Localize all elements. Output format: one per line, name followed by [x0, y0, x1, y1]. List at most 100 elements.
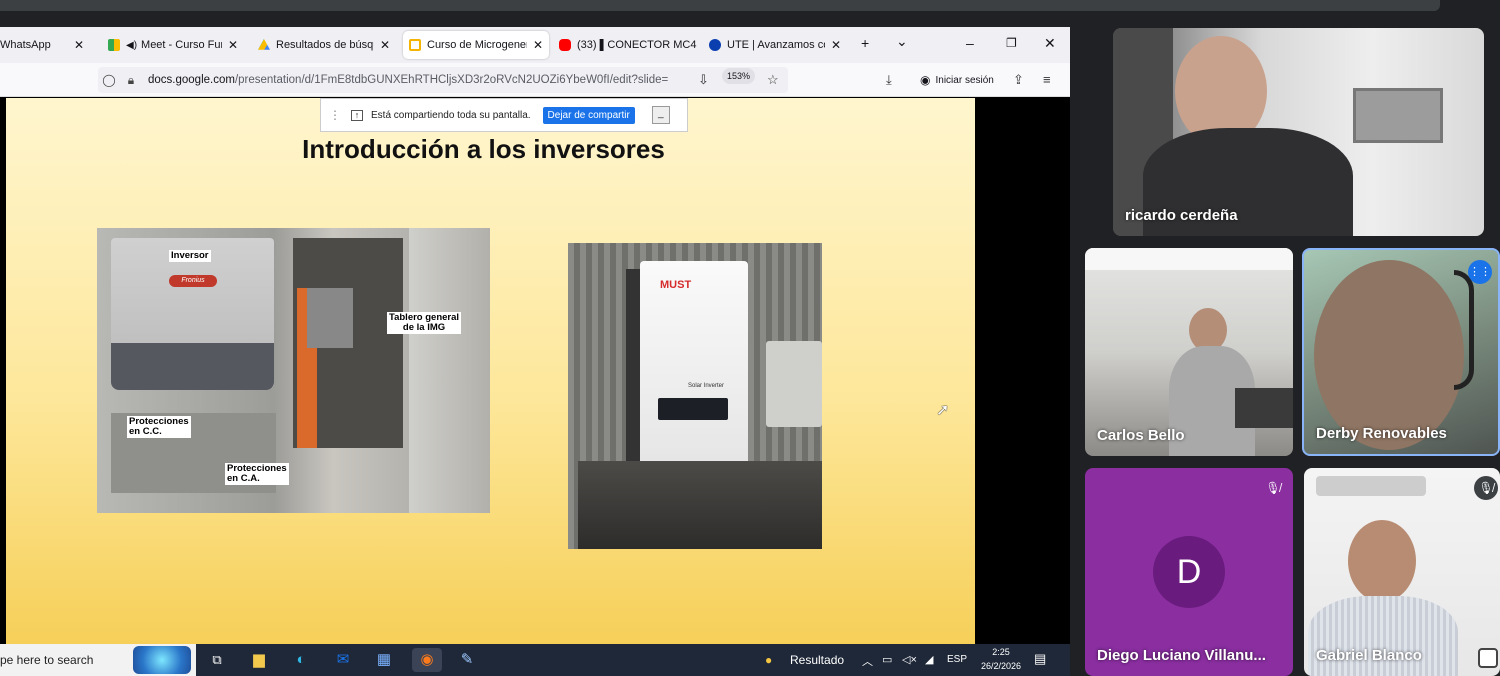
close-icon[interactable]: ✕: [380, 38, 390, 52]
wall-picture: [1353, 88, 1443, 143]
headphones: [1454, 270, 1474, 390]
paint-icon[interactable]: ✎: [455, 648, 479, 672]
outlook-icon[interactable]: ✉: [331, 648, 355, 672]
notifications-icon[interactable]: ▤: [1034, 651, 1046, 667]
clock-date[interactable]: 26/2/2026: [972, 661, 1030, 671]
presentation-slide: ⋮ ↑ Está compartiendo toda su pantalla. …: [6, 98, 975, 646]
shared-screen: WhatsApp ✕ ◀) Meet - Curso Func ✕ Result…: [0, 27, 1070, 676]
tab-whatsapp[interactable]: WhatsApp ✕: [0, 31, 90, 59]
store-icon[interactable]: ▦: [372, 648, 396, 672]
participant-tile-carlos[interactable]: Carlos Bello: [1085, 248, 1293, 456]
clock-time[interactable]: 2:25: [972, 647, 1030, 657]
participant-tile-diego[interactable]: 🎙︎̸ D Diego Luciano Villanu...: [1085, 468, 1293, 676]
signin-button[interactable]: ◉ Iniciar sesión: [912, 68, 1002, 92]
url-path: /presentation/d/1FmE8tdbGUNXEhRTHCljsXD3…: [234, 74, 668, 86]
screen-black-area: [975, 98, 1070, 646]
new-tab-button[interactable]: +: [861, 35, 869, 51]
signin-label: Iniciar sesión: [935, 74, 994, 86]
screen-share-bar: ⋮ ↑ Está compartiendo toda su pantalla. …: [320, 98, 688, 132]
avatar: D: [1153, 536, 1225, 608]
label-inversor: Inversor: [169, 250, 211, 262]
participant-body: [1308, 596, 1458, 676]
meet-top-bar: [0, 0, 1440, 11]
share-message: Está compartiendo toda su pantalla.: [371, 109, 531, 121]
stop-sharing-button[interactable]: Dejar de compartir: [542, 106, 635, 124]
minimize-share-bar-button[interactable]: _: [651, 106, 670, 124]
volume-muted-icon[interactable]: ◁×: [902, 653, 917, 666]
bookmark-star-icon[interactable]: ☆: [767, 72, 779, 88]
windows-taskbar: pe here to search ⧉ ▆ ◐ ✉ ▦ ◉ ✎ ● Result…: [0, 644, 1070, 676]
tab-youtube[interactable]: (33) ▌CONECTOR MC4: [553, 31, 697, 59]
menu-icon[interactable]: ≡: [1043, 72, 1051, 87]
search-highlight-image: [133, 646, 191, 674]
browser-nav-bar: ◯ 🔒︎ docs.google.com/presentation/d/1FmE…: [0, 63, 1070, 97]
tile-options-icon[interactable]: [1478, 648, 1498, 668]
inverter-base: [111, 343, 274, 390]
tab-list-button[interactable]: ⌄: [896, 33, 908, 50]
file-explorer-icon[interactable]: ▆: [247, 648, 271, 672]
participant-tile-gabriel[interactable]: 🎙︎̸ Gabriel Blanco: [1304, 468, 1500, 676]
drag-handle-icon[interactable]: ⋮: [329, 108, 341, 122]
participant-face: [1348, 520, 1416, 602]
participant-name: Derby Renovables: [1316, 425, 1447, 442]
inverter-display: [658, 398, 728, 420]
slide-title: Introducción a los inversores: [302, 134, 665, 164]
participant-name: Carlos Bello: [1097, 427, 1185, 444]
tab-ute[interactable]: UTE | Avanzamos con ✕: [703, 31, 847, 59]
tab-drive-search[interactable]: Resultados de búsque ✕: [252, 31, 396, 59]
tab-label: Meet - Curso Func: [141, 39, 222, 51]
photo-inverter-installation: Fronius Inversor Tablero general de la I…: [97, 228, 490, 513]
label-tablero: Tablero general de la IMG: [387, 312, 462, 334]
browser-tab-bar: WhatsApp ✕ ◀) Meet - Curso Func ✕ Result…: [0, 27, 1070, 63]
tray-chevron-icon[interactable]: ︿: [862, 653, 873, 669]
inverter-model-label: Solar Inverter: [688, 383, 725, 389]
minimize-button[interactable]: –: [966, 35, 974, 51]
cables-area: [578, 461, 822, 549]
close-icon[interactable]: ✕: [228, 38, 238, 52]
mic-off-icon: 🎙︎̸: [1265, 481, 1281, 495]
label-protecciones-ca: Protecciones en C.A.: [225, 463, 289, 485]
participant-tile-ricardo[interactable]: ricardo cerdeña: [1113, 28, 1484, 236]
extensions-icon[interactable]: ⇪: [1013, 72, 1024, 88]
battery-icon[interactable]: ▭: [882, 653, 892, 666]
junction-box: [766, 341, 822, 427]
google-drive-icon: [258, 39, 270, 50]
slides-icon: [409, 39, 421, 51]
main-breaker: [307, 288, 353, 348]
weather-label[interactable]: Resultado: [790, 653, 844, 667]
tab-slides-active[interactable]: Curso de Microgenera ✕: [403, 31, 549, 59]
photo-solar-inverter: MUST Solar Inverter: [568, 243, 822, 549]
mouse-cursor-icon: ➚: [936, 402, 950, 419]
participant-tile-derby[interactable]: ⋮⋮ Derby Renovables: [1302, 248, 1500, 456]
task-view-icon[interactable]: ⧉: [205, 648, 229, 672]
lock-icon[interactable]: 🔒︎: [120, 73, 142, 88]
zoom-level[interactable]: 153%: [722, 68, 756, 84]
solar-inverter-unit: [640, 261, 748, 471]
edge-icon[interactable]: ◐: [289, 648, 313, 672]
weather-icon: ●: [765, 653, 773, 667]
restore-button[interactable]: ❐: [1006, 36, 1017, 50]
close-icon[interactable]: ✕: [533, 38, 543, 52]
tab-label: WhatsApp: [0, 39, 51, 51]
close-icon[interactable]: ✕: [831, 38, 841, 52]
ceiling: [1085, 248, 1293, 270]
youtube-icon: [559, 39, 571, 51]
firefox-icon[interactable]: ◉: [412, 648, 442, 672]
ute-icon: [709, 39, 721, 51]
language-indicator[interactable]: ESP: [947, 654, 967, 665]
network-icon[interactable]: ◢: [925, 653, 933, 666]
participant-name: Diego Luciano Villanu...: [1097, 647, 1266, 664]
url-text[interactable]: docs.google.com/presentation/d/1FmE8tdbG…: [148, 74, 668, 86]
participant-name: Gabriel Blanco: [1316, 647, 1422, 664]
shield-icon[interactable]: ◯: [98, 73, 120, 87]
account-icon: ◉: [920, 73, 931, 87]
close-window-button[interactable]: ✕: [1044, 35, 1056, 52]
panel-door: [409, 228, 490, 513]
install-icon[interactable]: ⇩: [698, 72, 709, 88]
url-host: docs.google.com: [148, 74, 235, 86]
tab-label: (33) ▌CONECTOR MC4: [577, 39, 697, 51]
close-icon[interactable]: ✕: [74, 38, 84, 52]
downloads-icon[interactable]: ⤓: [886, 72, 892, 88]
address-bar[interactable]: ◯ 🔒︎ docs.google.com/presentation/d/1FmE…: [98, 67, 788, 93]
tab-meet[interactable]: ◀) Meet - Curso Func ✕: [102, 31, 244, 59]
